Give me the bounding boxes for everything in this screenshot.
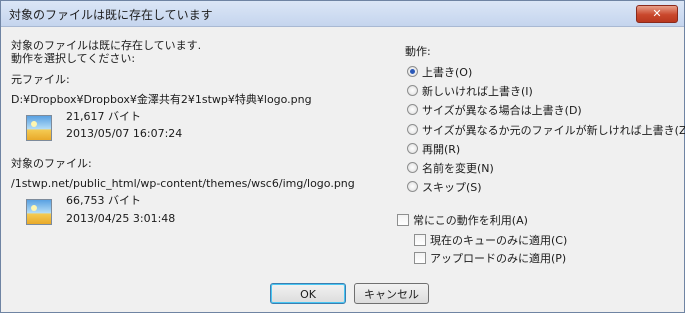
apply-to-queue-only-label: 現在のキューのみに適用(C) xyxy=(430,233,568,247)
radio-rename[interactable]: 名前を変更(N) xyxy=(407,159,494,176)
message-line-2: 動作を選択してください: xyxy=(11,52,136,65)
always-use-action-checkbox[interactable]: 常にこの動作を利用(A) xyxy=(397,211,528,228)
file-exists-dialog: 対象のファイルは既に存在しています ✕ 対象のファイルは既に存在しています. 動… xyxy=(0,0,685,313)
radio-overwrite-if-size-differs-or-newer[interactable]: サイズが異なるか元のファイルが新しければ上書き(Z) xyxy=(407,121,685,138)
radio-overwrite-if-newer[interactable]: 新しいければ上書き(I) xyxy=(407,82,533,99)
radio-resume[interactable]: 再開(R) xyxy=(407,140,460,157)
apply-to-queue-only-checkbox[interactable]: 現在のキューのみに適用(C) xyxy=(414,231,567,248)
radio-label-overwrite-if-size-differs: サイズが異なる場合は上書き(D) xyxy=(422,103,582,117)
radio-icon xyxy=(407,181,418,192)
checkbox-icon xyxy=(397,213,409,226)
always-use-action-label: 常にこの動作を利用(A) xyxy=(413,213,528,227)
radio-label-overwrite-if-newer: 新しいければ上書き(I) xyxy=(422,84,533,98)
apply-to-uploads-only-label: アップロードのみに適用(P) xyxy=(430,251,567,265)
checkbox-icon xyxy=(414,233,426,246)
source-file-date: 2013/05/07 16:07:24 xyxy=(66,127,183,140)
checkbox-icon xyxy=(414,251,426,264)
target-file-label: 対象のファイル: xyxy=(11,157,92,170)
radio-icon xyxy=(407,85,418,96)
window-title: 対象のファイルは既に存在しています xyxy=(9,8,213,22)
target-file-path: /1stwp.net/public_html/wp-content/themes… xyxy=(11,177,355,190)
radio-selected-icon xyxy=(407,66,418,77)
source-file-path: D:¥Dropbox¥Dropbox¥金澤共有2¥1stwp¥特典¥logo.p… xyxy=(11,93,312,106)
radio-icon xyxy=(407,104,418,115)
radio-icon xyxy=(407,124,418,135)
radio-overwrite[interactable]: 上書き(O) xyxy=(407,63,472,80)
radio-label-overwrite: 上書き(O) xyxy=(422,65,473,79)
source-file-image-icon xyxy=(26,115,52,141)
message-line-1: 対象のファイルは既に存在しています. xyxy=(11,39,202,52)
target-file-image-icon xyxy=(26,199,52,225)
action-heading: 動作: xyxy=(405,45,431,58)
target-file-date: 2013/04/25 3:01:48 xyxy=(66,212,176,225)
radio-icon xyxy=(407,143,418,154)
title-bar: 対象のファイルは既に存在しています ✕ xyxy=(1,1,684,27)
radio-label-skip: スキップ(S) xyxy=(422,180,482,194)
source-file-label: 元ファイル: xyxy=(11,73,70,86)
radio-label-resume: 再開(R) xyxy=(422,142,461,156)
source-file-size: 21,617 バイト xyxy=(66,110,141,123)
apply-to-uploads-only-checkbox[interactable]: アップロードのみに適用(P) xyxy=(414,249,566,266)
close-button[interactable]: ✕ xyxy=(636,5,678,23)
radio-overwrite-if-size-differs[interactable]: サイズが異なる場合は上書き(D) xyxy=(407,101,582,118)
radio-icon xyxy=(407,162,418,173)
target-file-size: 66,753 バイト xyxy=(66,194,141,207)
radio-label-overwrite-if-size-differs-or-newer: サイズが異なるか元のファイルが新しければ上書き(Z) xyxy=(422,123,685,137)
cancel-button[interactable]: キャンセル xyxy=(354,283,429,304)
ok-button[interactable]: OK xyxy=(270,283,346,304)
radio-skip[interactable]: スキップ(S) xyxy=(407,178,482,195)
radio-label-rename: 名前を変更(N) xyxy=(422,161,494,175)
